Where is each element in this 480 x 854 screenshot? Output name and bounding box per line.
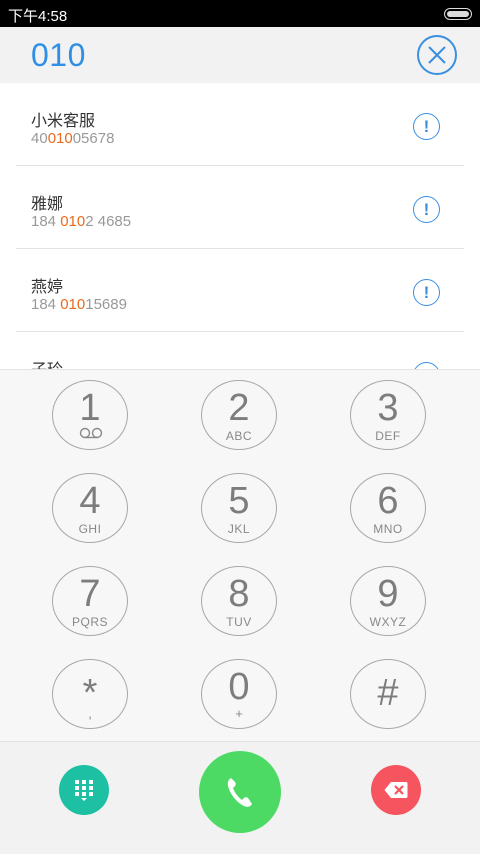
contact-name: 小米客服 bbox=[31, 111, 96, 130]
number-match: 010 bbox=[47, 130, 73, 147]
key-8[interactable]: 8 TUV bbox=[201, 566, 277, 636]
info-icon: ! bbox=[423, 200, 430, 219]
key-digit: 8 bbox=[228, 573, 250, 615]
key-letters: , bbox=[88, 706, 92, 721]
contact-info-button[interactable]: ! bbox=[413, 113, 440, 140]
info-icon: ! bbox=[423, 117, 430, 136]
keypad: 1 2 ABC 3 DEF 4 GHI 5 JKL 6 MNO 7 PQRS 8… bbox=[0, 369, 480, 742]
key-digit: 6 bbox=[377, 480, 399, 522]
contact-info-button[interactable]: ! bbox=[413, 362, 440, 369]
contact-row[interactable]: 雅娜 184 0102 4685 ! bbox=[16, 166, 464, 249]
number-suffix: 2 4685 bbox=[85, 213, 132, 230]
dialed-number-display: 010 bbox=[31, 37, 86, 73]
key-digit: 3 bbox=[377, 387, 399, 429]
key-digit: 1 bbox=[79, 387, 101, 429]
backspace-icon bbox=[384, 782, 408, 798]
number-match: 010 bbox=[60, 296, 86, 313]
contact-row[interactable]: 子玲 ! bbox=[16, 332, 464, 369]
key-3[interactable]: 3 DEF bbox=[350, 380, 426, 450]
battery-icon bbox=[444, 8, 472, 20]
contact-number: 184 01015689 bbox=[31, 296, 127, 313]
key-letters: + bbox=[235, 706, 243, 721]
contact-info-button[interactable]: ! bbox=[413, 196, 440, 223]
number-prefix: 184 bbox=[31, 213, 61, 230]
key-digit: 2 bbox=[228, 387, 250, 429]
key-5[interactable]: 5 JKL bbox=[201, 473, 277, 543]
key-letters: TUV bbox=[226, 615, 252, 629]
action-bar bbox=[0, 741, 480, 854]
key-7[interactable]: 7 PQRS bbox=[52, 566, 128, 636]
key-letters: DEF bbox=[375, 429, 401, 443]
contact-row[interactable]: 小米客服 4001005678 ! bbox=[16, 83, 464, 166]
key-6[interactable]: 6 MNO bbox=[350, 473, 426, 543]
number-prefix: 184 bbox=[31, 296, 61, 313]
contact-info-button[interactable]: ! bbox=[413, 279, 440, 306]
key-hash[interactable]: # bbox=[350, 659, 426, 729]
call-button[interactable] bbox=[199, 751, 281, 833]
key-digit: 0 bbox=[228, 666, 250, 708]
dialpad-icon bbox=[75, 780, 93, 801]
number-suffix: 05678 bbox=[72, 130, 115, 147]
contact-results-list[interactable]: 小米客服 4001005678 ! 雅娜 184 0102 4685 ! 燕婷 … bbox=[0, 83, 480, 369]
close-icon bbox=[428, 46, 446, 64]
number-suffix: 15689 bbox=[85, 296, 127, 313]
key-2[interactable]: 2 ABC bbox=[201, 380, 277, 450]
contact-name: 燕婷 bbox=[31, 277, 64, 296]
key-star[interactable]: * , bbox=[52, 659, 128, 729]
status-time: 下午4:58 bbox=[8, 8, 68, 25]
key-letters: MNO bbox=[373, 522, 403, 536]
key-0[interactable]: 0 + bbox=[201, 659, 277, 729]
key-letters: WXYZ bbox=[369, 615, 407, 629]
status-bar: 下午4:58 bbox=[0, 0, 480, 27]
number-prefix: 40 bbox=[31, 130, 48, 147]
contact-number: 4001005678 bbox=[31, 130, 114, 147]
key-4[interactable]: 4 GHI bbox=[52, 473, 128, 543]
contact-row[interactable]: 燕婷 184 01015689 ! bbox=[16, 249, 464, 332]
clear-button[interactable] bbox=[417, 35, 457, 75]
key-1[interactable]: 1 bbox=[52, 380, 128, 450]
key-letters: GHI bbox=[78, 522, 102, 536]
key-letters: ABC bbox=[225, 429, 253, 443]
phone-icon bbox=[227, 778, 252, 807]
key-9[interactable]: 9 WXYZ bbox=[350, 566, 426, 636]
dial-header: 010 bbox=[0, 27, 480, 83]
info-icon: ! bbox=[423, 283, 430, 302]
key-digit: 7 bbox=[79, 573, 101, 615]
key-digit: 5 bbox=[228, 480, 250, 522]
dialpad-toggle-button[interactable] bbox=[59, 765, 109, 815]
key-letters: PQRS bbox=[71, 615, 108, 629]
contact-name: 子玲 bbox=[31, 356, 63, 369]
key-digit: 4 bbox=[79, 480, 101, 522]
contact-name: 雅娜 bbox=[31, 194, 64, 213]
number-match: 010 bbox=[60, 213, 86, 230]
contact-number: 184 0102 4685 bbox=[31, 213, 131, 230]
key-digit: 9 bbox=[377, 573, 399, 615]
delete-button[interactable] bbox=[371, 765, 421, 815]
key-digit: # bbox=[377, 672, 399, 714]
voicemail-icon bbox=[79, 427, 103, 439]
key-letters: JKL bbox=[227, 522, 251, 536]
